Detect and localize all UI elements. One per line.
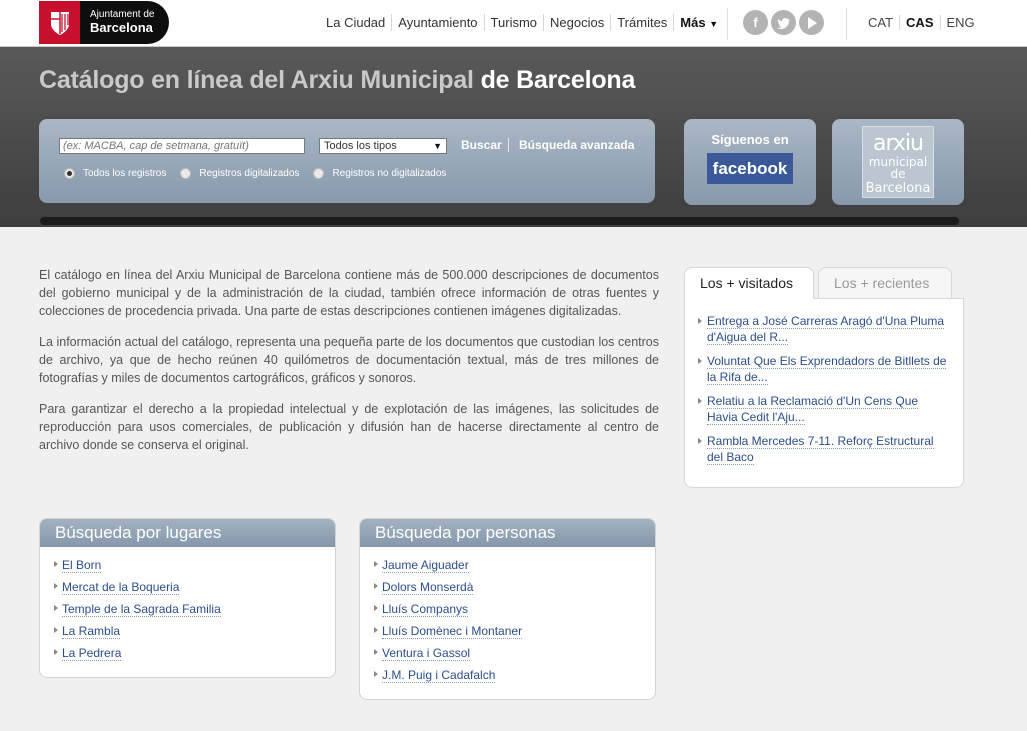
list-item: Relatiu a la Reclamació d'Un Cens Que Ha…: [698, 393, 951, 425]
header-band: Catálogo en línea del Arxiu Municipal de…: [0, 47, 1027, 227]
divider: [846, 8, 847, 40]
place-link[interactable]: La Pedrera: [62, 646, 122, 661]
social-links: f: [743, 10, 824, 35]
list-item: Lluís Companys: [374, 601, 655, 623]
visited-list: Entrega a José Carreras Aragó d'Una Plum…: [698, 313, 951, 465]
youtube-icon[interactable]: [799, 10, 824, 35]
people-list: Jaume Aiguader Dolors Monserdà Lluís Com…: [360, 547, 655, 689]
facebook-promo-label: Síguenos en: [711, 132, 789, 147]
top-bar: Ajuntament de Barcelona La Ciudad Ayunta…: [0, 0, 1027, 47]
nav-more-label: Más: [680, 15, 706, 30]
page-title-light: Catálogo en línea del Arxiu Municipal: [39, 66, 474, 94]
caret-down-icon: ▼: [709, 19, 719, 29]
select-arrow-icon: ▼: [433, 141, 442, 151]
search-input[interactable]: [59, 138, 305, 154]
list-item: Lluís Domènec i Montaner: [374, 623, 655, 645]
list-item: Temple de la Sagrada Familia: [54, 601, 335, 623]
arxiu-logo-line-1: arxiu: [872, 131, 924, 156]
facebook-promo[interactable]: Síguenos en facebook: [684, 119, 816, 205]
intro-text: El catálogo en línea del Arxiu Municipal…: [39, 266, 659, 467]
list-item: Voluntat Que Els Exprendadors de Bitllet…: [698, 353, 951, 385]
list-item: La Pedrera: [54, 645, 335, 667]
twitter-icon[interactable]: [771, 10, 796, 35]
radio-label: Registros no digitalizados: [332, 168, 447, 179]
radio-label: Todos los registros: [83, 168, 167, 179]
nav-item-mas[interactable]: Más ▼: [674, 14, 724, 31]
nav-item-turismo[interactable]: Turismo: [485, 14, 545, 31]
place-link[interactable]: El Born: [62, 558, 102, 573]
lang-cat[interactable]: CAT: [862, 15, 901, 30]
visited-link[interactable]: Entrega a José Carreras Aragó d'Una Plum…: [707, 314, 945, 345]
type-select-value: Todos los tipos: [324, 140, 397, 152]
person-link[interactable]: Jaume Aiguader: [382, 558, 469, 573]
place-link[interactable]: La Rambla: [62, 624, 121, 639]
list-item: J.M. Puig i Cadafalch: [374, 667, 655, 689]
arxiu-logo-line-3: Barcelona: [865, 181, 931, 196]
nav-item-ayuntamiento[interactable]: Ayuntamiento: [392, 14, 485, 31]
facebook-icon[interactable]: f: [743, 10, 768, 35]
places-list: El Born Mercat de la Boqueria Temple de …: [40, 547, 335, 667]
intro-paragraph: La información actual del catálogo, repr…: [39, 335, 659, 385]
place-link[interactable]: Temple de la Sagrada Familia: [62, 602, 221, 617]
logo-line-2: Barcelona: [90, 19, 153, 35]
radio-checked-icon: [64, 168, 75, 179]
list-item: El Born: [54, 557, 335, 579]
radio-unchecked-icon: [180, 168, 192, 179]
people-card: Búsqueda por personas Jaume Aiguader Dol…: [359, 518, 656, 700]
intro-paragraph: Para garantizar el derecho a la propieda…: [39, 402, 659, 452]
arxiu-municipal-logo: arxiu municipal de Barcelona: [862, 126, 934, 198]
tab-panel: Entrega a José Carreras Aragó d'Una Plum…: [684, 298, 964, 488]
list-item: Jaume Aiguader: [374, 557, 655, 579]
radio-digitized[interactable]: Registros digitalizados: [180, 168, 299, 179]
divider: [727, 8, 728, 40]
list-item: Dolors Monserdà: [374, 579, 655, 601]
nav-item-negocios[interactable]: Negocios: [544, 14, 612, 31]
radio-all-records[interactable]: Todos los registros: [64, 168, 166, 179]
places-card-title: Búsqueda por lugares: [40, 519, 335, 547]
nav-item-tramites[interactable]: Trámites: [611, 14, 675, 31]
radio-label: Registros digitalizados: [199, 168, 300, 179]
page-title: Catálogo en línea del Arxiu Municipal de…: [39, 66, 635, 95]
lang-cas[interactable]: CAS: [900, 15, 941, 30]
logo-text: Ajuntament de Barcelona: [80, 10, 155, 34]
list-item: Entrega a José Carreras Aragó d'Una Plum…: [698, 313, 951, 345]
place-link[interactable]: Mercat de la Boqueria: [62, 580, 180, 595]
list-item: Ventura i Gassol: [374, 645, 655, 667]
language-switcher: CAT CAS ENG: [862, 15, 981, 30]
people-card-title: Búsqueda por personas: [360, 519, 655, 547]
radio-unchecked-icon: [313, 168, 325, 179]
page-title-bold: de Barcelona: [480, 66, 636, 94]
ajuntament-logo[interactable]: Ajuntament de Barcelona: [39, 1, 169, 44]
person-link[interactable]: Ventura i Gassol: [382, 646, 471, 661]
type-select[interactable]: Todos los tipos ▼: [319, 138, 447, 154]
main-nav: La Ciudad Ayuntamiento Turismo Negocios …: [320, 14, 724, 31]
nav-item-la-ciudad[interactable]: La Ciudad: [320, 14, 393, 31]
person-link[interactable]: Lluís Domènec i Montaner: [382, 624, 523, 639]
advanced-search-link[interactable]: Búsqueda avanzada: [519, 138, 634, 152]
arxiu-logo-line-2: municipal de: [868, 155, 928, 181]
barcelona-crest-icon: [39, 1, 80, 44]
list-item: Rambla Mercedes 7-11. Reforç Estructural…: [698, 433, 951, 465]
person-link[interactable]: J.M. Puig i Cadafalch: [382, 668, 496, 683]
record-filter: Todos los registros Registros digitaliza…: [64, 168, 460, 179]
facebook-logo-icon: facebook: [707, 153, 793, 184]
intro-paragraph: El catálogo en línea del Arxiu Municipal…: [39, 268, 659, 318]
places-card: Búsqueda por lugares El Born Mercat de l…: [39, 518, 336, 678]
search-panel: Todos los tipos ▼ Buscar Búsqueda avanza…: [39, 119, 655, 203]
visited-link[interactable]: Relatiu a la Reclamació d'Un Cens Que Ha…: [707, 394, 919, 425]
list-item: Mercat de la Boqueria: [54, 579, 335, 601]
person-link[interactable]: Dolors Monserdà: [382, 580, 474, 595]
visited-link[interactable]: Rambla Mercedes 7-11. Reforç Estructural…: [707, 434, 934, 465]
list-item: La Rambla: [54, 623, 335, 645]
arxiu-promo[interactable]: arxiu municipal de Barcelona: [832, 119, 964, 205]
radio-not-digitized[interactable]: Registros no digitalizados: [313, 168, 446, 179]
person-link[interactable]: Lluís Companys: [382, 602, 469, 617]
tab-most-visited[interactable]: Los + visitados: [684, 267, 814, 299]
lang-eng[interactable]: ENG: [941, 15, 981, 30]
search-button[interactable]: Buscar: [461, 138, 509, 152]
tab-most-recent[interactable]: Los + recientes: [818, 267, 952, 298]
visited-link[interactable]: Voluntat Que Els Exprendadors de Bitllet…: [707, 354, 947, 385]
